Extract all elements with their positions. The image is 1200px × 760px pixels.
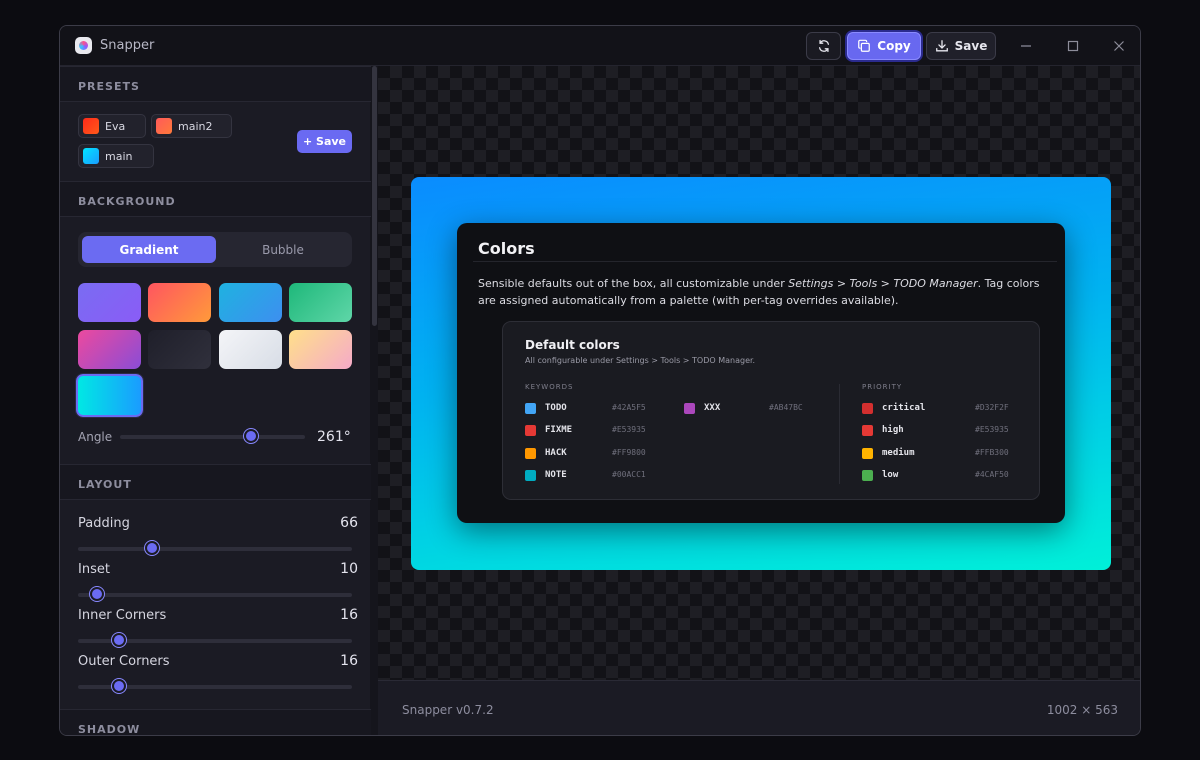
presets-heading: PRESETS (60, 66, 371, 102)
swatch-charcoal[interactable] (148, 330, 211, 369)
keyword-row: XXX #AB47BC (684, 401, 803, 415)
copy-icon (858, 39, 871, 52)
preview-background: Colors Sensible defaults out of the box,… (411, 177, 1111, 570)
inset-value: 10 (340, 561, 358, 577)
inset-slider-thumb[interactable] (90, 587, 105, 601)
version-text: Snapper v0.7.2 (402, 703, 494, 717)
outer-corners-label: Outer Corners (78, 654, 170, 669)
panel-subtitle: All configurable under Settings > Tools … (525, 356, 756, 365)
panel-title: Default colors (525, 338, 620, 352)
swatch-peach[interactable] (289, 330, 352, 369)
minimize-icon (1021, 45, 1031, 47)
padding-slider-thumb[interactable] (144, 541, 159, 555)
preset-chip-eva[interactable]: Eva (78, 114, 146, 138)
inner-corners-label: Inner Corners (78, 608, 167, 623)
mode-bubble-button[interactable]: Bubble (216, 236, 350, 263)
keyword-row: FIXME #E53935 (525, 423, 646, 437)
shadow-heading: SHADOW (60, 709, 371, 735)
app-logo-icon (75, 37, 92, 54)
keyword-row: HACK #FF9800 (525, 446, 646, 460)
title-bar: Snapper Copy Save (60, 26, 1140, 66)
angle-value: 261° (317, 429, 351, 445)
screenshot-card: Colors Sensible defaults out of the box,… (457, 223, 1065, 523)
swatch-magenta[interactable] (78, 330, 141, 369)
outer-corners-value: 16 (340, 653, 358, 669)
swatch-aqua-selected[interactable] (75, 373, 144, 418)
maximize-button[interactable] (1060, 34, 1086, 58)
priority-row: medium #FFB300 (862, 446, 1009, 460)
priority-row: low #4CAF50 (862, 468, 1009, 482)
inset-slider-track[interactable] (78, 593, 352, 597)
angle-slider-track[interactable] (120, 435, 305, 439)
swatch-violet[interactable] (78, 283, 141, 322)
app-title: Snapper (100, 38, 155, 53)
status-bar: Snapper v0.7.2 1002 × 563 (378, 680, 1140, 735)
minimize-button[interactable] (1013, 34, 1039, 58)
preset-color-swatch (83, 148, 99, 164)
refresh-button[interactable] (806, 32, 841, 60)
image-dimensions: 1002 × 563 (1046, 703, 1118, 717)
inset-label: Inset (78, 562, 110, 577)
swatch-mint[interactable] (289, 283, 352, 322)
preset-chip-main[interactable]: main (78, 144, 154, 168)
swatch-coral[interactable] (148, 283, 211, 322)
preset-color-swatch (83, 118, 99, 134)
close-icon (1114, 41, 1124, 51)
maximize-icon (1067, 40, 1079, 52)
keyword-row: NOTE #00ACC1 (525, 468, 646, 482)
app-window: Snapper Copy Save PRESETS Eva main2 main… (59, 25, 1141, 736)
background-mode-toggle: Gradient Bubble (78, 232, 352, 267)
padding-slider-track[interactable] (78, 547, 352, 551)
save-label: Save (954, 39, 988, 53)
sidebar: PRESETS Eva main2 main + Save BACKGROUND… (60, 66, 378, 735)
layout-heading: LAYOUT (60, 464, 371, 500)
column-divider (839, 384, 840, 484)
keywords-caption: KEYWORDS (525, 383, 574, 391)
copy-button[interactable]: Copy (847, 32, 921, 60)
padding-value: 66 (340, 515, 358, 531)
copy-label: Copy (877, 39, 911, 53)
refresh-icon (818, 39, 829, 53)
card-description: Sensible defaults out of the box, all cu… (478, 277, 1040, 307)
angle-slider-thumb[interactable] (244, 429, 259, 443)
preset-chip-main2[interactable]: main2 (151, 114, 232, 138)
outer-corners-slider-thumb[interactable] (112, 679, 127, 693)
preset-label: main2 (178, 119, 213, 133)
swatch-frost[interactable] (219, 330, 282, 369)
download-icon (935, 40, 948, 52)
priority-row: critical #D32F2F (862, 401, 1009, 415)
angle-label: Angle (78, 430, 113, 444)
background-heading: BACKGROUND (60, 181, 371, 217)
preset-label: main (105, 149, 133, 163)
keyword-row: TODO #42A5F5 (525, 401, 646, 415)
save-button[interactable]: Save (926, 32, 996, 60)
mode-gradient-button[interactable]: Gradient (82, 236, 216, 263)
add-preset-button[interactable]: + Save (297, 130, 352, 153)
priority-row: high #E53935 (862, 423, 1009, 437)
default-colors-panel: Default colors All configurable under Se… (502, 321, 1040, 500)
card-title: Colors (478, 239, 535, 258)
sidebar-scrollbar-thumb[interactable] (372, 66, 377, 326)
card-divider (473, 261, 1057, 262)
close-button[interactable] (1106, 34, 1132, 58)
padding-label: Padding (78, 516, 130, 531)
priority-caption: PRIORITY (862, 383, 903, 391)
preset-color-swatch (156, 118, 172, 134)
inner-corners-value: 16 (340, 607, 358, 623)
preset-label: Eva (105, 119, 126, 133)
inner-corners-slider-thumb[interactable] (112, 633, 127, 647)
swatch-sky[interactable] (219, 283, 282, 322)
preview-canvas: Colors Sensible defaults out of the box,… (378, 66, 1140, 680)
